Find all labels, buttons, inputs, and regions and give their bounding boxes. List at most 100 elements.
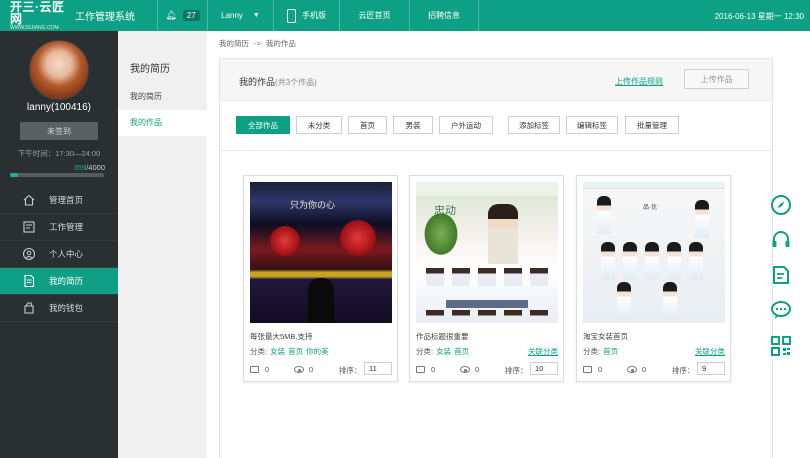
comment-icon	[583, 366, 592, 373]
sidebar-item-label: 我的简历	[49, 276, 84, 286]
avatar[interactable]	[29, 40, 89, 100]
resume-subnav: 我的简历 我的简历 我的作品	[118, 31, 207, 458]
site-header-strip	[583, 182, 725, 189]
work-thumbnail[interactable]: 只为你の心	[250, 182, 392, 323]
filter-uncategorized[interactable]: 未分类	[296, 116, 342, 134]
sort-input[interactable]: 9	[697, 362, 725, 375]
subnav-item-my-resume[interactable]: 我的简历	[118, 84, 207, 110]
breadcrumb: 我的简历 -> 我的作品	[219, 38, 296, 49]
top-bar: 开三·云匠网 WWW.93JIANG.COM 工作管理系统 🔔︎ 27 Lann…	[0, 0, 810, 31]
notifications-button[interactable]: 🔔︎ 27	[157, 0, 207, 31]
work-thumbnail[interactable]: 忠动	[416, 182, 558, 323]
sidebar-item-work-manage[interactable]: 工作管理	[0, 214, 118, 241]
logo[interactable]: 开三·云匠网 WWW.93JIANG.COM	[0, 1, 75, 31]
checkin-button[interactable]: 未签到	[20, 122, 98, 140]
works-title-text: 我的作品	[239, 77, 276, 87]
sort-label: 排序：	[672, 366, 695, 375]
works-count: (共3个作品)	[275, 78, 317, 87]
resume-icon	[24, 274, 35, 288]
product-row	[426, 268, 548, 286]
home-icon	[23, 194, 35, 206]
headset-icon[interactable]	[770, 229, 792, 251]
points-progress-fill	[10, 173, 19, 177]
sort-label: 排序：	[339, 366, 362, 375]
link-category-link[interactable]: 关联分类	[528, 346, 558, 357]
link-category-link[interactable]: 关联分类	[695, 346, 725, 357]
category-label: 分类:	[416, 347, 434, 356]
rose-graphic	[340, 220, 376, 256]
comment-icon	[416, 366, 425, 373]
model-figure	[689, 242, 703, 280]
comment-icon	[250, 366, 259, 373]
batch-manage-button[interactable]: 批量管理	[625, 116, 679, 134]
work-title: 作品标题很重要	[416, 332, 469, 341]
model-figure	[667, 242, 681, 280]
system-title: 工作管理系统	[75, 12, 135, 23]
sidebar-item-my-wallet[interactable]: 我的钱包	[0, 295, 118, 322]
breadcrumb-my-resume[interactable]: 我的简历	[219, 39, 249, 48]
sidebar-item-personal-center[interactable]: 个人中心	[0, 241, 118, 268]
eye-icon	[294, 366, 304, 373]
filter-all-works[interactable]: 全部作品	[236, 116, 290, 134]
subnav-item-my-works[interactable]: 我的作品	[118, 110, 207, 136]
user-menu-dropdown[interactable]: Lanny ▼	[207, 0, 273, 31]
rose-graphic	[270, 226, 300, 256]
panel-divider	[220, 150, 772, 151]
work-title: 每张最大5MB,支持	[250, 332, 313, 341]
compass-icon[interactable]	[770, 194, 792, 216]
qrcode-icon[interactable]	[770, 335, 792, 357]
chat-icon[interactable]	[770, 299, 792, 321]
work-card[interactable]: 忠动 作品标题很重要 分类: 女装 首页 关联分类 0 0 排序： 10	[409, 175, 564, 382]
works-panel-header: 我的作品(共3个作品) 上传作品规则 上传作品	[220, 59, 772, 101]
sort-input[interactable]: 10	[530, 362, 558, 375]
model-figure	[597, 196, 611, 234]
mobile-phone-icon	[287, 8, 296, 23]
points-total: /4000	[86, 163, 105, 172]
thumbnail-headline: 品·优	[643, 205, 657, 211]
category-tag[interactable]: 首页	[603, 347, 618, 356]
comment-count: 0	[598, 365, 603, 374]
model-figure	[617, 282, 631, 320]
filter-outdoor[interactable]: 户外运动	[439, 116, 493, 134]
work-stats: 0 0 排序： 9	[583, 362, 725, 377]
left-sidebar: lanny(100416) 未签到 下午时间：17:30—24:00 359/4…	[0, 31, 118, 458]
model-figure	[695, 200, 709, 238]
work-thumbnail[interactable]: 品·优	[583, 182, 725, 323]
main-content: 我的简历 -> 我的作品 我的作品(共3个作品) 上传作品规则 上传作品 全部作品 …	[207, 31, 810, 458]
jobs-link[interactable]: 招聘信息	[409, 0, 479, 31]
category-tag[interactable]: 你的美	[306, 347, 329, 356]
upload-work-button[interactable]: 上传作品	[684, 69, 749, 89]
comment-count: 0	[431, 365, 436, 374]
sort-input[interactable]: 11	[364, 362, 392, 375]
eye-icon	[460, 366, 470, 373]
category-tag[interactable]: 首页	[454, 347, 469, 356]
sidebar-item-my-resume[interactable]: 我的简历	[0, 268, 118, 295]
work-stats: 0 0 排序： 11	[250, 362, 392, 377]
work-time-text: 下午时间：17:30—24:00	[17, 149, 101, 158]
work-card[interactable]: 品·优 淘宝女装首页 分类: 首页 关联分类 0 0 排序： 9	[576, 175, 731, 382]
banner-strip	[446, 300, 528, 308]
category-tag[interactable]: 女装	[436, 347, 451, 356]
category-tag[interactable]: 首页	[288, 347, 303, 356]
current-datetime: 2016-06-13 星期一 12:30	[714, 12, 804, 21]
thumbnail-headline: 只为你の心	[290, 201, 336, 211]
work-card[interactable]: 只为你の心 每张最大5MB,支持 分类: 女装 首页 你的美 0 0 排序： 11	[243, 175, 398, 382]
filter-menswear[interactable]: 男装	[393, 116, 433, 134]
user-menu-label: Lanny	[221, 11, 243, 20]
category-tag[interactable]: 女装	[270, 347, 285, 356]
yunjiang-home-link[interactable]: 云匠首页	[339, 0, 409, 31]
mobile-version-link[interactable]: 手机版	[273, 0, 339, 31]
view-count: 0	[642, 365, 647, 374]
edit-note-icon[interactable]	[770, 264, 792, 286]
product-row	[426, 310, 548, 323]
subnav-title: 我的简历	[130, 64, 170, 75]
thumbnail-headline: 忠动	[434, 204, 456, 217]
filter-home[interactable]: 首页	[348, 116, 387, 134]
upload-rules-link[interactable]: 上传作品规则	[615, 76, 663, 87]
bell-icon: 🔔︎	[165, 10, 177, 20]
sidebar-menu: 管理首页 工作管理 个人中心 我的简历 我的钱包	[0, 187, 118, 322]
edit-tag-button[interactable]: 编辑标签	[566, 116, 618, 134]
add-tag-button[interactable]: 添加标签	[508, 116, 560, 134]
work-title: 淘宝女装首页	[583, 332, 628, 341]
sidebar-item-manage-home[interactable]: 管理首页	[0, 187, 118, 214]
